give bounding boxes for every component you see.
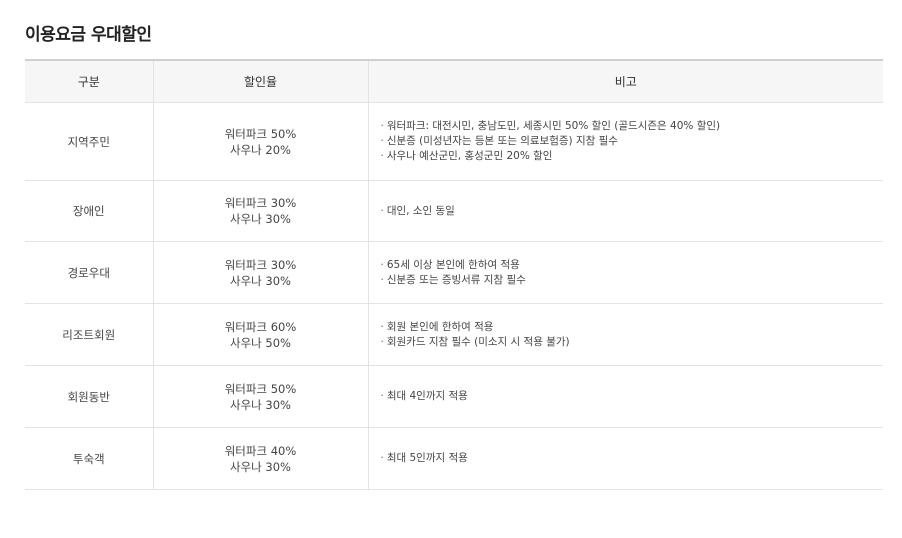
rate-waterpark: 워터파크 60% <box>224 319 297 334</box>
rate-waterpark: 워터파크 40% <box>224 443 297 458</box>
category-cell: 리조트회원 <box>25 303 153 366</box>
category-cell: 경로우대 <box>25 241 153 304</box>
table-header-row: 구분 할인율 비고 <box>25 60 883 103</box>
category-cell: 회원동반 <box>25 365 153 428</box>
bullet-icon: · <box>380 135 384 147</box>
bullet-icon: · <box>380 120 384 132</box>
rate-waterpark: 워터파크 50% <box>224 381 297 396</box>
header-rate: 할인율 <box>152 60 368 103</box>
rate-sauna: 사우나 30% <box>230 397 291 412</box>
bullet-icon: · <box>380 452 384 464</box>
note-item: · 신분증 (미성년자는 등본 또는 의료보험증) 지참 필수 <box>381 134 884 149</box>
note-text: 회원 본인에 한하여 적용 <box>386 320 494 333</box>
note-text: 신분증 또는 증빙서류 지참 필수 <box>386 273 526 286</box>
table-row: 리조트회원 워터파크 60% 사우나 50% · 회원 본인에 한하여 적용 · 회… <box>25 303 884 366</box>
note-item: · 65세 이상 본인에 한하여 적용 <box>381 258 884 273</box>
note-text: 워터파크: 대전시민, 충남도민, 세종시민 50% 할인 (골드시즌은 40%… <box>386 120 721 132</box>
note-cell: · 회원 본인에 한하여 적용 · 회원카드 지참 필수 (미소지 시 적용 불가) <box>367 303 884 366</box>
table-row: 투숙객 워터파크 40% 사우나 30% · 최대 5인까지 적용 <box>25 427 884 490</box>
rate-cell: 워터파크 40% 사우나 30% <box>152 427 368 490</box>
note-text: 신분증 (미성년자는 등본 또는 의료보험증) 지참 필수 <box>386 135 618 147</box>
note-text: 최대 5인까지 적용 <box>386 452 468 464</box>
note-cell: · 65세 이상 본인에 한하여 적용 · 신분증 또는 증빙서류 지참 필수 <box>367 241 884 304</box>
category-cell: 장애인 <box>25 180 153 242</box>
table-row: 경로우대 워터파크 30% 사우나 30% · 65세 이상 본인에 한하여 적용… <box>25 241 884 304</box>
note-item: · 워터파크: 대전시민, 충남도민, 세종시민 50% 할인 (골드시즌은 40… <box>381 119 884 134</box>
header-note: 비고 <box>367 60 883 103</box>
rate-sauna: 사우나 30% <box>230 459 291 474</box>
table-row: 장애인 워터파크 30% 사우나 30% · 대인, 소인 동일 <box>25 180 884 242</box>
note-text: 최대 4인까지 적용 <box>386 390 468 402</box>
rate-sauna: 사우나 30% <box>230 273 291 288</box>
header-category: 구분 <box>25 60 153 103</box>
note-text: 회원카드 지참 필수 (미소지 시 적용 불가) <box>386 335 570 348</box>
bullet-icon: · <box>380 335 384 348</box>
discount-table: 구분 할인율 비고 지역주민 워터파크 50% 사우나 20% · 워터파크: 대… <box>25 59 883 490</box>
rate-waterpark: 워터파크 50% <box>224 126 297 141</box>
bullet-icon: · <box>380 150 384 162</box>
category-cell: 지역주민 <box>25 102 153 181</box>
note-item: · 회원 본인에 한하여 적용 <box>381 320 884 335</box>
rate-cell: 워터파크 30% 사우나 30% <box>152 180 368 242</box>
bullet-icon: · <box>380 273 384 286</box>
rate-cell: 워터파크 30% 사우나 30% <box>152 241 368 304</box>
rate-cell: 워터파크 50% 사우나 20% <box>152 102 368 181</box>
rate-waterpark: 워터파크 30% <box>224 196 297 210</box>
note-item: · 회원카드 지참 필수 (미소지 시 적용 불가) <box>381 335 884 350</box>
note-item: · 사우나 예산군민, 홍성군민 20% 할인 <box>381 149 884 164</box>
rate-waterpark: 워터파크 30% <box>224 257 297 272</box>
note-text: 사우나 예산군민, 홍성군민 20% 할인 <box>386 150 553 162</box>
table-row: 회원동반 워터파크 50% 사우나 30% · 최대 4인까지 적용 <box>25 365 884 428</box>
bullet-icon: · <box>380 390 384 402</box>
table-row: 지역주민 워터파크 50% 사우나 20% · 워터파크: 대전시민, 충남도민,… <box>25 102 884 181</box>
page-title: 이용요금 우대할인 <box>25 25 152 45</box>
note-item: · 최대 4인까지 적용 <box>381 389 884 404</box>
rate-sauna: 사우나 30% <box>230 212 291 226</box>
note-text: 65세 이상 본인에 한하여 적용 <box>386 258 520 271</box>
bullet-icon: · <box>380 320 384 333</box>
note-text: 대인, 소인 동일 <box>386 204 455 217</box>
rate-sauna: 사우나 50% <box>230 335 291 350</box>
note-cell: · 최대 5인까지 적용 <box>367 427 884 490</box>
note-cell: · 워터파크: 대전시민, 충남도민, 세종시민 50% 할인 (골드시즌은 40… <box>367 102 884 181</box>
rate-cell: 워터파크 60% 사우나 50% <box>152 303 368 366</box>
note-cell: · 최대 4인까지 적용 <box>367 365 884 428</box>
note-item: · 대인, 소인 동일 <box>381 204 884 219</box>
category-cell: 투숙객 <box>25 427 153 490</box>
note-item: · 최대 5인까지 적용 <box>381 451 884 466</box>
rate-cell: 워터파크 50% 사우나 30% <box>152 365 368 428</box>
note-cell: · 대인, 소인 동일 <box>367 180 884 242</box>
rate-sauna: 사우나 20% <box>230 142 291 157</box>
note-item: · 신분증 또는 증빙서류 지참 필수 <box>381 273 884 288</box>
bullet-icon: · <box>380 204 384 217</box>
bullet-icon: · <box>380 258 384 271</box>
